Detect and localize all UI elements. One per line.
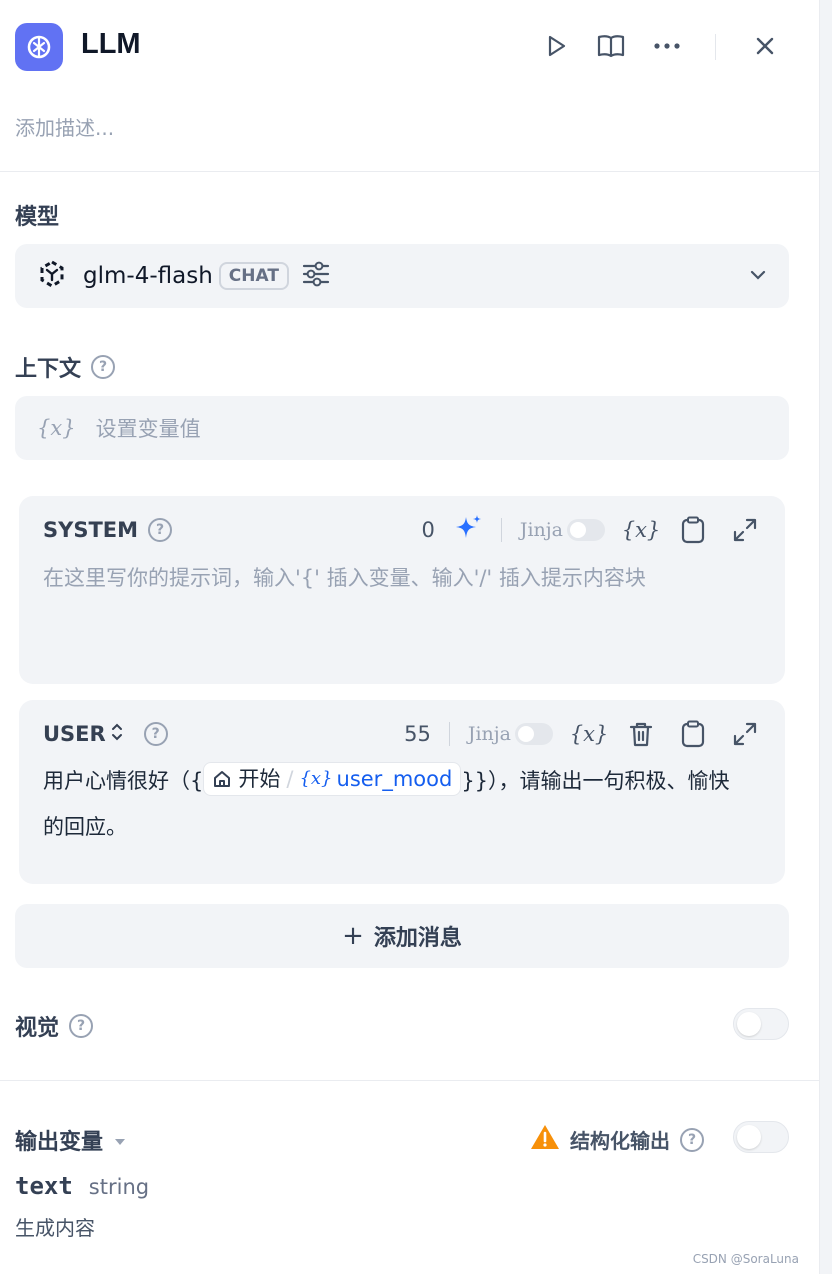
- help-icon[interactable]: ?: [91, 355, 116, 379]
- insert-variable-icon[interactable]: {x}: [570, 718, 609, 750]
- context-label-text: 上下文: [15, 357, 82, 382]
- home-icon: [214, 771, 231, 787]
- model-label: 模型: [15, 199, 59, 231]
- run-icon[interactable]: [540, 30, 572, 62]
- context-variable-selector[interactable]: {x} 设置变量值: [15, 396, 789, 460]
- plus-icon: +: [342, 921, 364, 951]
- user-role-selector[interactable]: USER: [43, 722, 106, 746]
- jinja-toggle[interactable]: [515, 723, 553, 745]
- help-icon[interactable]: ?: [680, 1127, 704, 1152]
- caret-down-icon: [113, 1128, 127, 1153]
- system-prompt-card: SYSTEM ? 0 Jinja {x} 在这里写你的提示词，输入'{' 插入变…: [19, 496, 785, 684]
- model-label-text: 模型: [15, 205, 60, 230]
- add-message-label: 添加消息: [373, 926, 462, 951]
- user-card-header: USER ? 55 Jinja {x}: [43, 716, 761, 752]
- chip-separator: /: [286, 767, 294, 791]
- scrollbar[interactable]: [820, 0, 832, 1274]
- node-title[interactable]: LLM: [81, 28, 141, 61]
- structured-output: 结构化输出 ?: [530, 1124, 704, 1155]
- user-char-count: 55: [404, 722, 431, 746]
- prompt-text: 用户心情很好（{: [43, 769, 204, 793]
- model-params-icon[interactable]: [301, 260, 331, 292]
- expand-icon[interactable]: [729, 718, 761, 750]
- clipboard-icon[interactable]: [677, 514, 709, 546]
- output-variables-label[interactable]: 输出变量: [15, 1124, 127, 1156]
- chevron-down-icon[interactable]: [749, 266, 767, 288]
- close-icon[interactable]: [749, 30, 781, 62]
- model-selector[interactable]: glm-4-flash CHAT: [15, 244, 789, 308]
- add-message-button[interactable]: + 添加消息: [15, 904, 789, 968]
- jinja-label: Jinja: [519, 519, 563, 541]
- warning-icon: [530, 1124, 560, 1155]
- system-prompt-editor[interactable]: 在这里写你的提示词，输入'{' 插入变量、输入'/' 插入提示内容块: [43, 562, 646, 592]
- divider: [448, 722, 450, 746]
- help-icon[interactable]: ?: [148, 518, 173, 542]
- description-input[interactable]: 添加描述...: [15, 112, 114, 141]
- vision-label: 视觉 ?: [15, 1010, 94, 1042]
- expand-icon[interactable]: [729, 514, 761, 546]
- trash-icon[interactable]: [625, 718, 657, 750]
- output-var-name: text: [15, 1172, 73, 1200]
- jinja-label: Jinja: [467, 723, 511, 745]
- output-variable-item: text string: [15, 1172, 149, 1200]
- user-prompt-card: USER ? 55 Jinja {x} 用户心情很好（{开始 / {x} user_m…: [19, 700, 785, 884]
- variable-reference-chip[interactable]: 开始 / {x} user_mood: [203, 762, 462, 796]
- output-var-description: 生成内容: [15, 1216, 95, 1240]
- context-placeholder: 设置变量值: [95, 417, 201, 441]
- chip-node-name: 开始: [238, 767, 281, 791]
- clipboard-icon[interactable]: [677, 718, 709, 750]
- ai-sparkle-icon[interactable]: [453, 513, 483, 547]
- output-var-type: string: [88, 1175, 150, 1199]
- model-name: glm-4-flash: [83, 263, 213, 289]
- system-char-count: 0: [421, 518, 435, 542]
- panel-header: LLM: [15, 22, 789, 72]
- help-icon[interactable]: ?: [69, 1014, 94, 1038]
- help-icon[interactable]: ?: [143, 722, 168, 746]
- header-divider: [715, 34, 716, 60]
- jinja-toggle[interactable]: [567, 519, 605, 541]
- vision-toggle[interactable]: [733, 1008, 789, 1040]
- variable-icon: {x}: [37, 416, 76, 440]
- divider: [0, 171, 820, 172]
- watermark: CSDN @SoraLuna: [692, 1252, 799, 1266]
- system-card-header: SYSTEM ? 0 Jinja {x}: [43, 512, 761, 548]
- system-role-label: SYSTEM: [43, 518, 139, 542]
- divider: [0, 1080, 820, 1081]
- model-provider-icon: [37, 259, 67, 293]
- divider: [500, 518, 502, 542]
- insert-variable-icon[interactable]: {x}: [622, 514, 661, 546]
- model-mode-badge: CHAT: [218, 262, 289, 290]
- llm-node-panel: LLM 添加描述... 模型 glm-4-flash CHAT 上下文 ? {x…: [0, 0, 820, 1274]
- chip-variable-name: user_mood: [336, 767, 453, 791]
- vision-label-text: 视觉: [15, 1016, 60, 1041]
- output-label-text: 输出变量: [15, 1130, 104, 1155]
- context-label: 上下文 ?: [15, 351, 116, 383]
- docs-book-icon[interactable]: [595, 30, 627, 62]
- chevron-up-down-icon[interactable]: [110, 722, 124, 746]
- llm-logo-icon: [15, 23, 63, 71]
- structured-output-label: 结构化输出: [570, 1129, 670, 1153]
- variable-icon: {x}: [299, 768, 333, 789]
- user-prompt-editor[interactable]: 用户心情很好（{开始 / {x} user_mood}}），请输出一句积极、愉快的回应…: [43, 758, 745, 850]
- structured-output-toggle[interactable]: [733, 1121, 789, 1153]
- more-icon[interactable]: [651, 30, 683, 62]
